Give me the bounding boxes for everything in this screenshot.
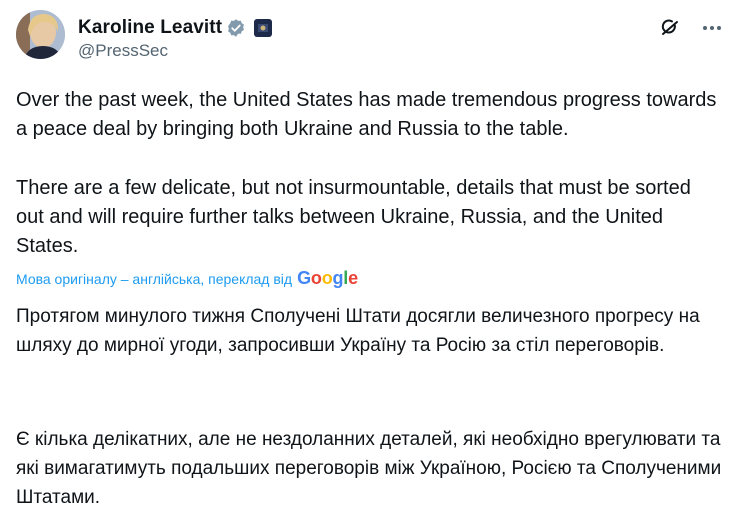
google-logo: Google <box>297 268 358 288</box>
translation-notice: Мова оригіналу – англійська, переклад ві… <box>16 268 358 289</box>
translated-paragraph-1: Протягом минулого тижня Сполучені Штати … <box>16 306 700 356</box>
more-icon[interactable] <box>700 16 724 40</box>
verified-badge-icon[interactable] <box>226 18 246 38</box>
grok-icon[interactable] <box>658 16 682 40</box>
translation-notice-text[interactable]: Мова оригіналу – англійська, переклад ві… <box>16 271 292 287</box>
tweet-text-paragraph-1: Over the past week, the United States ha… <box>16 89 717 140</box>
tweet-card: Karoline Leavitt @PressSec Over the past… <box>0 0 740 521</box>
header-actions <box>658 16 724 40</box>
handle[interactable]: @PressSec <box>78 41 168 61</box>
tweet-header: Karoline Leavitt @PressSec <box>16 10 724 66</box>
translated-paragraph-2: Є кілька делікатних, але не нездоланних … <box>16 429 722 508</box>
government-affiliation-icon[interactable] <box>254 19 273 37</box>
avatar[interactable] <box>16 10 65 59</box>
tweet-text-paragraph-2: There are a few delicate, but not insurm… <box>16 177 691 257</box>
display-name[interactable]: Karoline Leavitt <box>78 17 222 39</box>
avatar-image <box>16 10 65 59</box>
name-line: Karoline Leavitt <box>78 16 273 40</box>
